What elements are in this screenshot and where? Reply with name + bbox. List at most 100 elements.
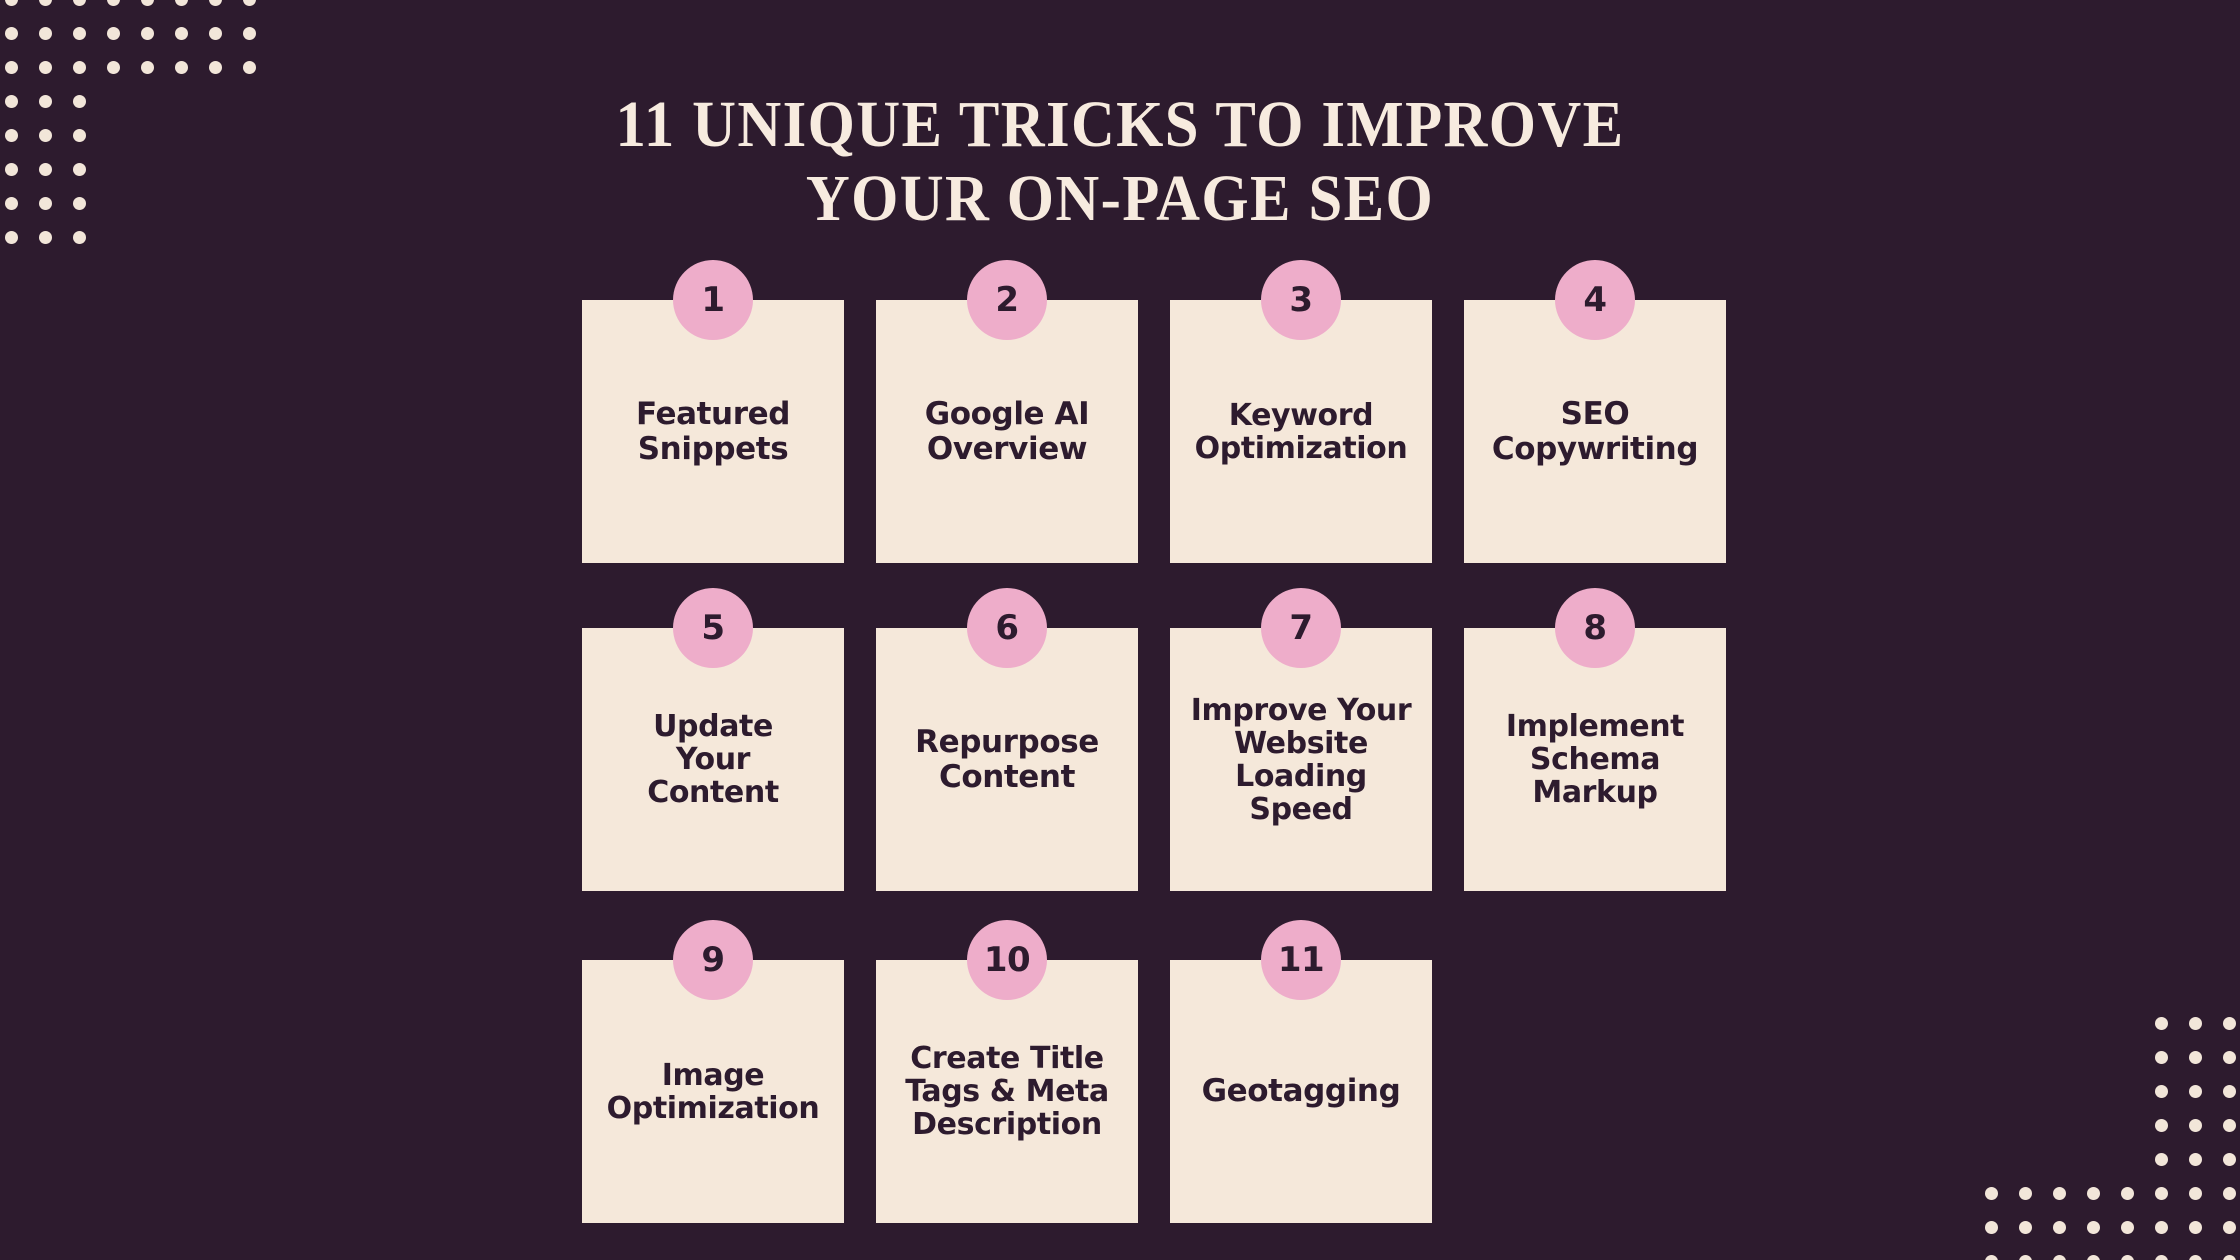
- decorative-dot-icon: [1984, 1220, 1998, 1234]
- decorative-dot-icon: [242, 26, 256, 40]
- dot-cell: [2076, 1176, 2110, 1210]
- dot-row: [1974, 1074, 2240, 1108]
- tip-card[interactable]: 6 Repurpose Content: [876, 588, 1138, 891]
- dot-row: [0, 50, 266, 84]
- decorative-dot-icon: [106, 60, 120, 74]
- dot-cell: [2212, 1244, 2240, 1260]
- decorative-dot-icon: [174, 0, 188, 6]
- dot-cell: [2178, 1006, 2212, 1040]
- page-title-line-1: 11 UNIQUE TRICKS TO IMPROVE: [615, 88, 1625, 162]
- tip-number-badge: 4: [1555, 260, 1635, 340]
- decorative-dot-icon: [2154, 1186, 2168, 1200]
- dot-cell: [2008, 1176, 2042, 1210]
- dot-cell: [1974, 1176, 2008, 1210]
- dot-cell: [130, 16, 164, 50]
- tip-number-badge: 3: [1261, 260, 1341, 340]
- dot-cell: [1974, 1244, 2008, 1260]
- decorative-dot-icon: [2052, 1186, 2066, 1200]
- dot-row: [0, 0, 266, 16]
- decorative-dot-icon: [2052, 1220, 2066, 1234]
- decorative-dot-icon: [2018, 1254, 2032, 1260]
- tip-card[interactable]: 1 Featured Snippets: [582, 260, 844, 563]
- dot-cell: [198, 50, 232, 84]
- tip-card-label: Google AI Overview: [924, 395, 1090, 467]
- dot-cell: [96, 16, 130, 50]
- decorative-dot-icon: [2052, 1254, 2066, 1260]
- dot-cell: [2042, 1244, 2076, 1260]
- tip-card[interactable]: 4 SEO Copywriting: [1464, 260, 1726, 563]
- dot-cell: [28, 118, 62, 152]
- decorative-dot-icon: [2222, 1220, 2236, 1234]
- decorative-dot-icon: [4, 94, 18, 108]
- decorative-dot-icon: [38, 0, 52, 6]
- decorative-dot-icon: [38, 196, 52, 210]
- page-title: 11 UNIQUE TRICKS TO IMPROVE YOUR ON-PAGE…: [90, 88, 2151, 236]
- tip-number-badge: 6: [967, 588, 1047, 668]
- decorative-dot-icon: [2188, 1016, 2202, 1030]
- dot-cell: [2212, 1108, 2240, 1142]
- decorative-dot-icon: [208, 26, 222, 40]
- tip-card[interactable]: 5 Update Your Content: [582, 588, 844, 891]
- decorative-dot-icon: [72, 0, 86, 6]
- dot-cell: [28, 50, 62, 84]
- dot-cell: [0, 16, 28, 50]
- dot-cell: [2144, 1210, 2178, 1244]
- dot-row: [1974, 1006, 2240, 1040]
- dot-cell: [198, 0, 232, 16]
- decorative-dot-icon: [2188, 1084, 2202, 1098]
- dot-cell: [28, 84, 62, 118]
- decorative-dot-icon: [72, 128, 86, 142]
- decorative-dot-icon: [38, 60, 52, 74]
- decorative-dot-icon: [140, 60, 154, 74]
- tip-card[interactable]: 7 Improve Your Website Loading Speed: [1170, 588, 1432, 891]
- dot-cell: [28, 0, 62, 16]
- dot-cell: [2110, 1244, 2144, 1260]
- dot-cell: [232, 16, 266, 50]
- dot-cell: [28, 152, 62, 186]
- decorative-dot-icon: [4, 162, 18, 176]
- decorative-dot-icon: [106, 26, 120, 40]
- tip-card[interactable]: 9 Image Optimization: [582, 920, 844, 1223]
- decorative-dot-icon: [4, 230, 18, 244]
- decorative-dot-icon: [2188, 1050, 2202, 1064]
- decorative-dot-icon: [2154, 1016, 2168, 1030]
- dot-cell: [0, 84, 28, 118]
- dot-cell: [164, 0, 198, 16]
- dot-cell: [2178, 1210, 2212, 1244]
- tip-card[interactable]: 3 Keyword Optimization: [1170, 260, 1432, 563]
- tip-card[interactable]: 10 Create Title Tags & Meta Description: [876, 920, 1138, 1223]
- decorative-dot-icon: [140, 26, 154, 40]
- decorative-dot-icon: [2222, 1254, 2236, 1260]
- dot-cell: [28, 220, 62, 254]
- tip-card[interactable]: 11 Geotagging: [1170, 920, 1432, 1223]
- decorative-dot-icon: [2222, 1084, 2236, 1098]
- decorative-dot-icon: [2086, 1186, 2100, 1200]
- dot-cell: [0, 0, 28, 16]
- dot-cell: [96, 0, 130, 16]
- decorative-dot-icon: [72, 60, 86, 74]
- dot-cell: [2212, 1074, 2240, 1108]
- dot-cell: [130, 0, 164, 16]
- dot-row: [1974, 1244, 2240, 1260]
- decorative-dot-icon: [72, 94, 86, 108]
- tip-card[interactable]: 2 Google AI Overview: [876, 260, 1138, 563]
- decorative-dot-icon: [2188, 1118, 2202, 1132]
- tip-card[interactable]: 8 Implement Schema Markup: [1464, 588, 1726, 891]
- tip-card-label: Update Your Content: [647, 709, 779, 810]
- decorative-dot-icon: [2222, 1186, 2236, 1200]
- decorative-dot-icon: [2018, 1220, 2032, 1234]
- decorative-dot-icon: [2222, 1050, 2236, 1064]
- dot-cell: [2212, 1006, 2240, 1040]
- dot-row: [1974, 1142, 2240, 1176]
- decorative-dot-icon: [2086, 1220, 2100, 1234]
- dot-row: [1974, 1210, 2240, 1244]
- decorative-dot-icon: [2222, 1152, 2236, 1166]
- dot-row: [1974, 1176, 2240, 1210]
- decorative-dot-icon: [2222, 1118, 2236, 1132]
- decorative-dot-icon: [106, 0, 120, 6]
- dot-cell: [0, 118, 28, 152]
- decorative-dot-icon: [1984, 1186, 1998, 1200]
- decorative-dot-icon: [4, 60, 18, 74]
- dot-cell: [232, 0, 266, 16]
- decorative-dot-icon: [72, 26, 86, 40]
